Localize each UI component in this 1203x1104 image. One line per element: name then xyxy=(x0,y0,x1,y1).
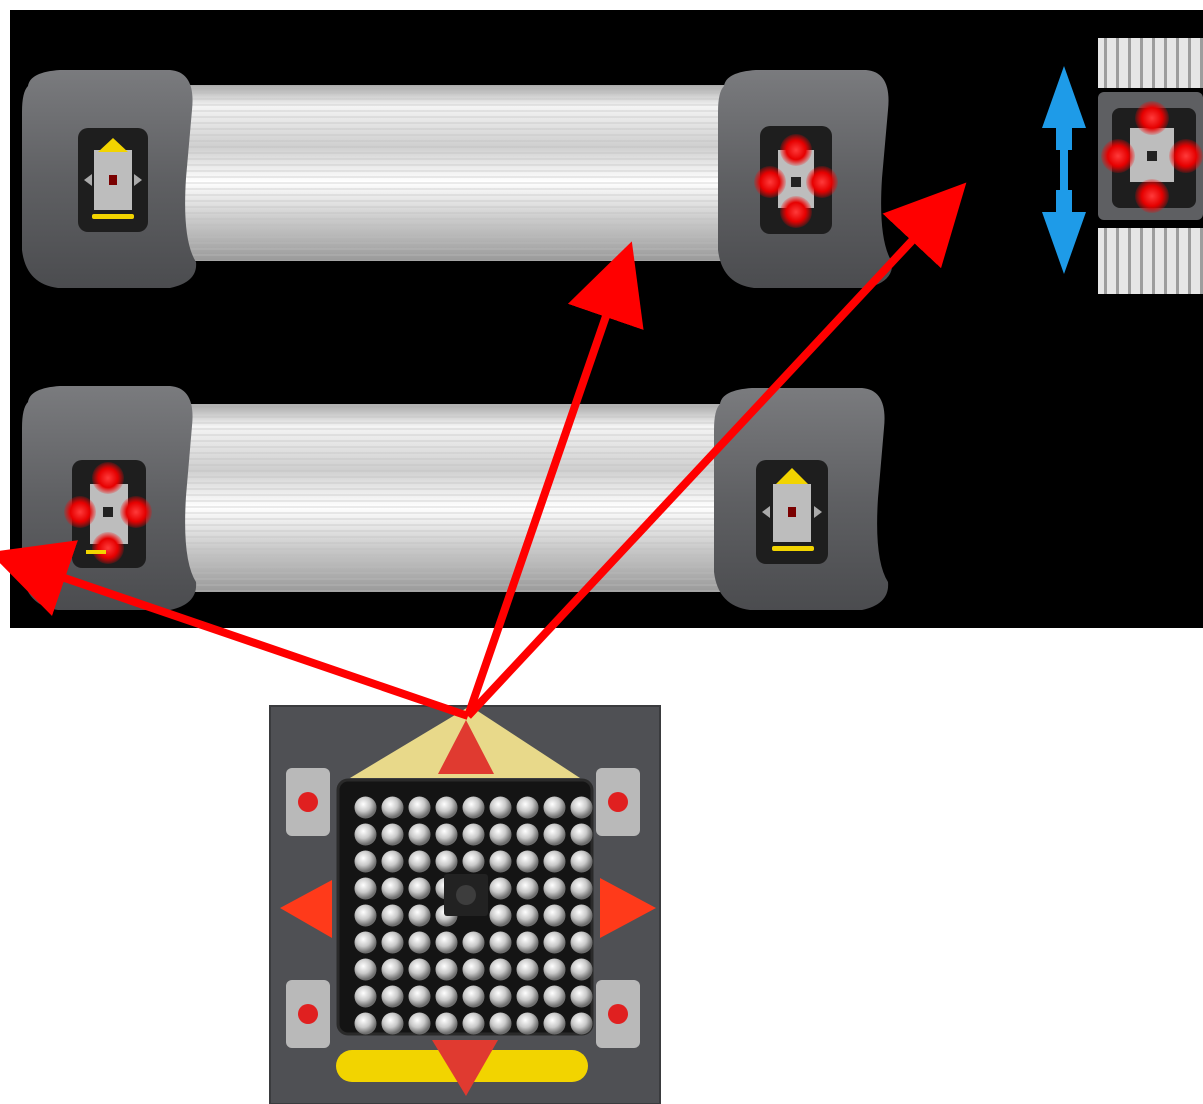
led xyxy=(570,931,593,954)
top-left-sensor-grid-icon xyxy=(94,150,132,210)
led xyxy=(354,1012,377,1035)
led xyxy=(516,904,539,927)
led xyxy=(570,958,593,981)
led xyxy=(570,877,593,900)
led xyxy=(543,958,566,981)
led xyxy=(381,877,404,900)
led xyxy=(354,823,377,846)
led xyxy=(489,796,512,819)
led xyxy=(516,1012,539,1035)
led xyxy=(489,985,512,1008)
led xyxy=(408,1012,431,1035)
led xyxy=(570,796,593,819)
led xyxy=(489,823,512,846)
led xyxy=(543,823,566,846)
led xyxy=(381,850,404,873)
led xyxy=(543,850,566,873)
led xyxy=(462,985,485,1008)
led xyxy=(462,850,485,873)
led xyxy=(462,1012,485,1035)
led xyxy=(408,850,431,873)
closeup-indicator-top-right xyxy=(596,768,640,836)
led xyxy=(408,823,431,846)
led xyxy=(570,823,593,846)
led xyxy=(570,1012,593,1035)
led xyxy=(516,850,539,873)
led xyxy=(462,796,485,819)
led xyxy=(570,850,593,873)
led xyxy=(408,931,431,954)
led xyxy=(381,1012,404,1035)
led xyxy=(381,904,404,927)
led xyxy=(381,931,404,954)
led xyxy=(381,823,404,846)
led xyxy=(489,958,512,981)
led xyxy=(516,985,539,1008)
led xyxy=(435,796,458,819)
led xyxy=(462,931,485,954)
led xyxy=(462,823,485,846)
top-bar-right-head xyxy=(718,70,893,288)
closeup-indicator-top-left xyxy=(286,768,330,836)
led xyxy=(354,958,377,981)
bottom-right-sensor-grid-icon xyxy=(773,484,811,542)
top-bar-left-head xyxy=(22,70,197,288)
led xyxy=(354,904,377,927)
led xyxy=(462,958,485,981)
led xyxy=(516,796,539,819)
led xyxy=(381,985,404,1008)
top-bar-unit xyxy=(22,70,893,288)
led xyxy=(381,958,404,981)
led xyxy=(543,796,566,819)
led xyxy=(408,904,431,927)
led xyxy=(516,823,539,846)
closeup-indicator-bottom-left xyxy=(286,980,330,1048)
led xyxy=(381,796,404,819)
led xyxy=(516,877,539,900)
led xyxy=(354,796,377,819)
led xyxy=(354,850,377,873)
led xyxy=(489,850,512,873)
led xyxy=(543,1012,566,1035)
led xyxy=(516,931,539,954)
led xyxy=(408,958,431,981)
led xyxy=(354,931,377,954)
led xyxy=(435,958,458,981)
led xyxy=(489,904,512,927)
side-view-lower-rail xyxy=(1098,228,1203,294)
led xyxy=(489,1012,512,1035)
led xyxy=(354,985,377,1008)
led xyxy=(543,877,566,900)
diagram-canvas xyxy=(0,10,1203,1104)
led xyxy=(408,985,431,1008)
sensor-head-closeup xyxy=(269,705,661,1104)
led xyxy=(408,796,431,819)
led xyxy=(435,931,458,954)
led xyxy=(543,931,566,954)
closeup-indicator-bottom-right xyxy=(596,980,640,1048)
led xyxy=(570,904,593,927)
led xyxy=(354,877,377,900)
side-view-upper-rail xyxy=(1098,38,1203,88)
bottom-bar-unit xyxy=(22,386,889,610)
led xyxy=(570,985,593,1008)
led xyxy=(516,958,539,981)
side-view-unit xyxy=(1042,38,1203,294)
led xyxy=(435,1012,458,1035)
led xyxy=(543,985,566,1008)
led xyxy=(543,904,566,927)
led xyxy=(489,877,512,900)
led xyxy=(435,985,458,1008)
led xyxy=(489,931,512,954)
led xyxy=(435,850,458,873)
led xyxy=(435,823,458,846)
led xyxy=(408,877,431,900)
